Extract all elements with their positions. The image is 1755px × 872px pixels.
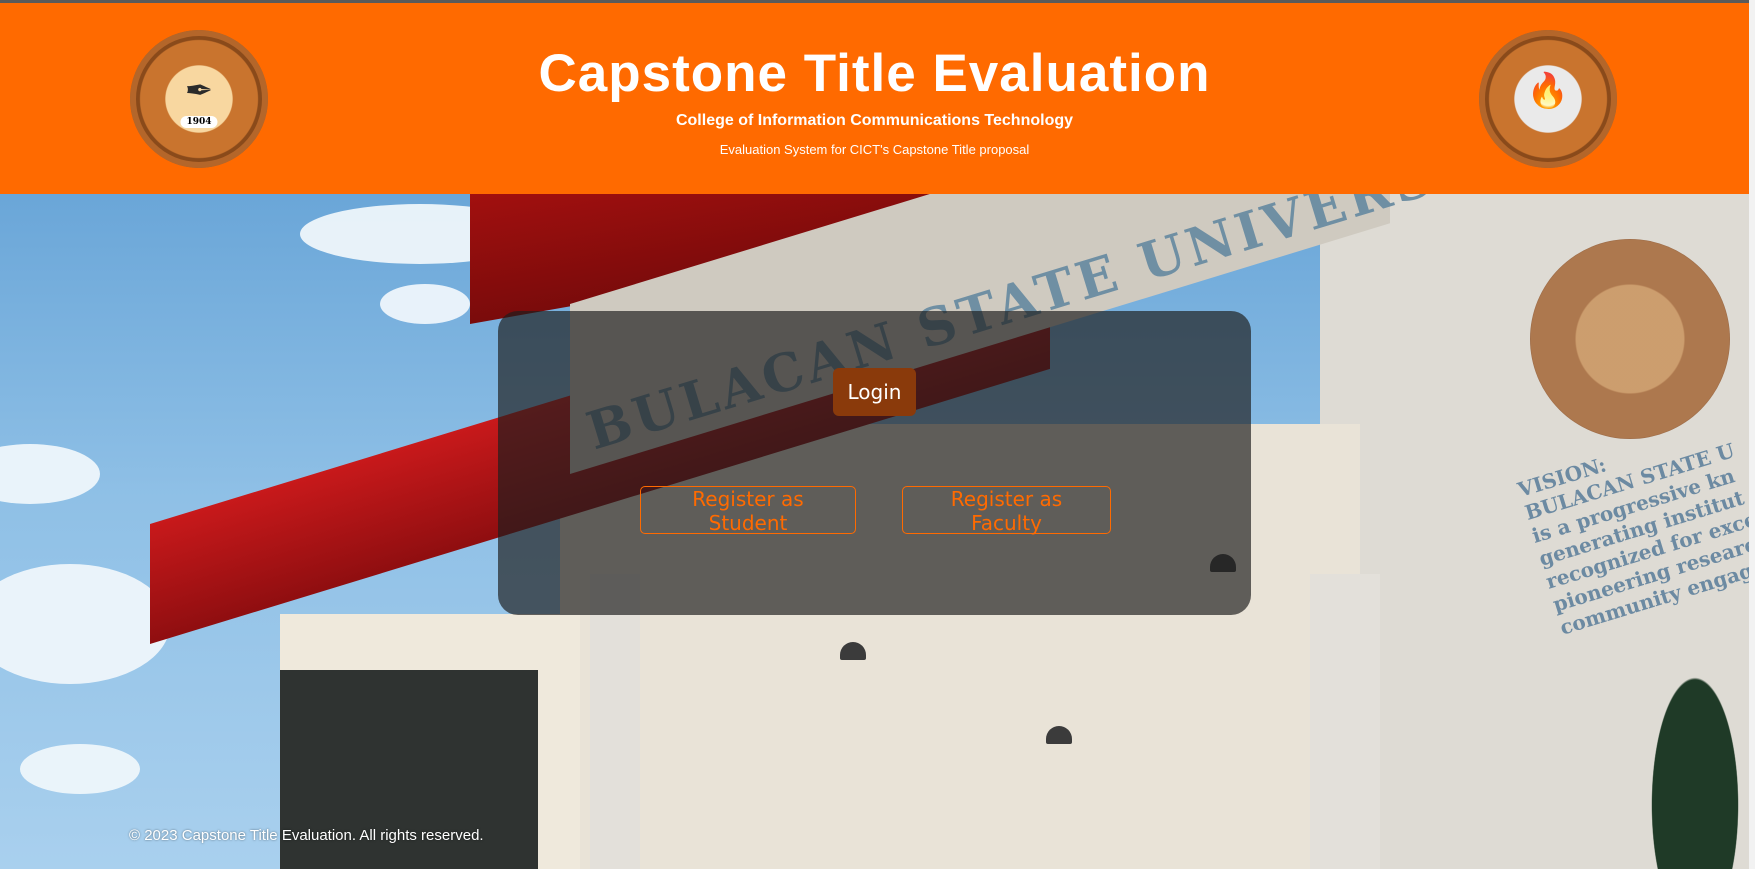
login-button[interactable]: Login xyxy=(833,368,916,416)
cloud xyxy=(0,444,100,504)
column xyxy=(590,574,640,869)
system-tagline: Evaluation System for CICT's Capstone Ti… xyxy=(719,142,1030,157)
site-header: ✒ 1904 Capstone Title Evaluation College… xyxy=(0,3,1749,194)
copyright-text: © 2023 Capstone Title Evaluation. All ri… xyxy=(129,827,484,844)
auth-panel xyxy=(498,311,1251,615)
register-faculty-button[interactable]: Register as Faculty xyxy=(902,486,1111,535)
wall-seal xyxy=(1530,239,1730,439)
cloud xyxy=(380,284,470,324)
college-seal-logo: 🔥 xyxy=(1479,30,1617,168)
cloud xyxy=(20,744,140,794)
cloud xyxy=(0,564,170,684)
page-edge xyxy=(1749,0,1755,872)
column xyxy=(1310,574,1380,869)
register-student-button[interactable]: Register as Student xyxy=(640,486,856,535)
torch-icon: 🔥 xyxy=(1526,72,1570,111)
pine-tree xyxy=(1640,644,1749,869)
